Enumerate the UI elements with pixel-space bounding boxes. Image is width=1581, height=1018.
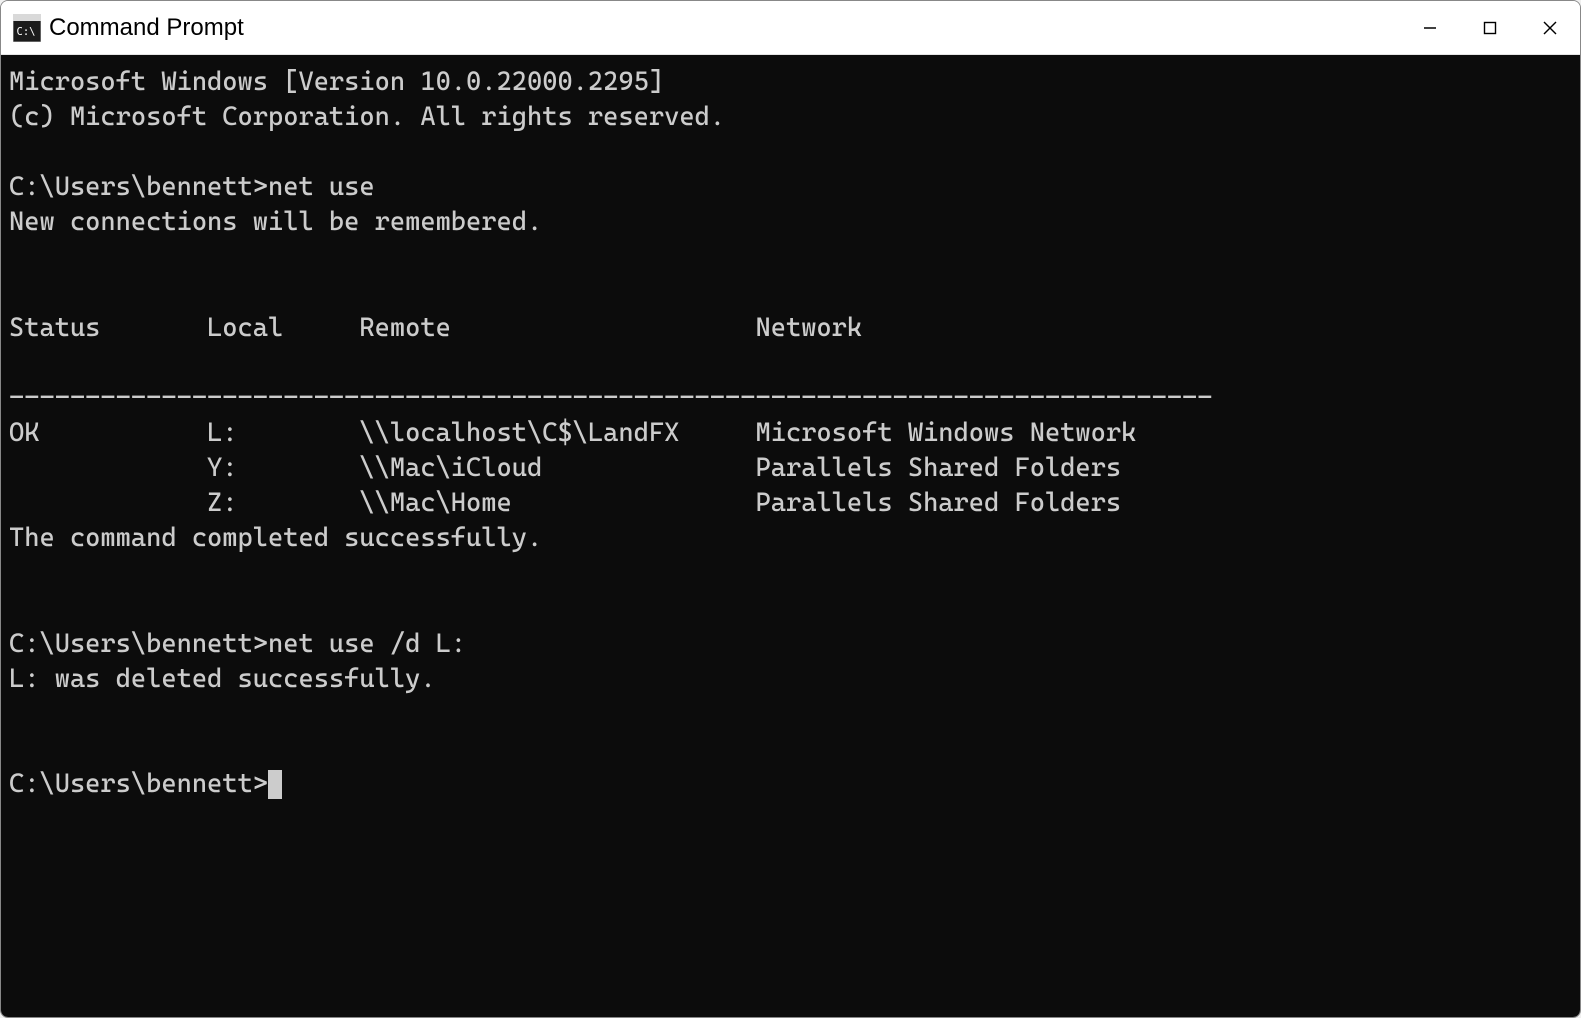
svg-text:C:\: C:\ [17,26,36,38]
table-header: Status Local Remote Network [9,313,862,343]
command-prompt-window: C:\ Command Prompt Microsoft Windows [Ve… [0,0,1581,1018]
table-row: Y: \\Mac\iCloud Parallels Shared Folders [9,453,1121,483]
prompt: C:\Users\bennett> [9,769,268,799]
titlebar[interactable]: C:\ Command Prompt [1,1,1580,55]
command-text: net use /d L: [268,629,466,659]
output-line: The command completed successfully. [9,523,542,553]
terminal-output[interactable]: Microsoft Windows [Version 10.0.22000.22… [1,55,1580,1017]
cmd-icon: C:\ [13,14,41,42]
banner-line: (c) Microsoft Corporation. All rights re… [9,102,725,132]
text-cursor [268,770,282,799]
window-title: Command Prompt [49,14,244,42]
banner-line: Microsoft Windows [Version 10.0.22000.22… [9,67,664,97]
minimize-button[interactable] [1400,1,1460,54]
table-row: Z: \\Mac\Home Parallels Shared Folders [9,488,1121,518]
prompt: C:\Users\bennett> [9,629,268,659]
command-text: net use [268,172,375,202]
prompt: C:\Users\bennett> [9,172,268,202]
table-divider: ----------------------------------------… [9,383,1213,413]
output-line: New connections will be remembered. [9,207,542,237]
table-row: OK L: \\localhost\C$\LandFX Microsoft Wi… [9,418,1136,448]
close-button[interactable] [1520,1,1580,54]
output-line: L: was deleted successfully. [9,664,436,694]
maximize-button[interactable] [1460,1,1520,54]
window-controls [1400,1,1580,54]
